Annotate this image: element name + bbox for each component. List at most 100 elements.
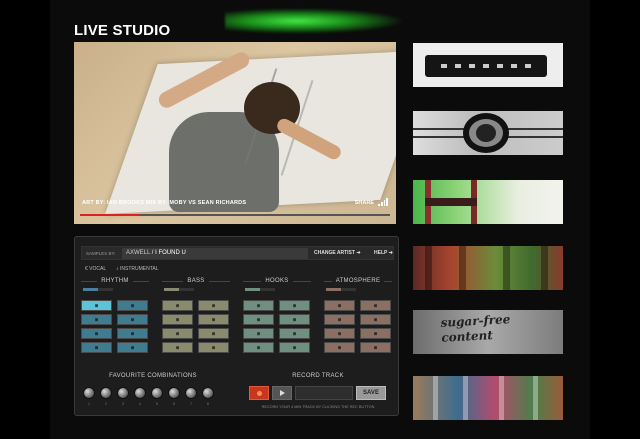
favourite-number: 1 bbox=[88, 402, 90, 406]
sample-pad[interactable]: ⊞ bbox=[324, 342, 355, 353]
favourite-number: 3 bbox=[122, 402, 124, 406]
sample-pad[interactable]: ⊞ bbox=[243, 300, 274, 311]
mixer-panel: SAMPLES BY: AXWELL / I FOUND U CHANGE AR… bbox=[74, 236, 399, 416]
sample-pad[interactable]: ⊞ bbox=[81, 328, 112, 339]
thumbnail-6-stripe bbox=[463, 376, 468, 420]
sample-pad[interactable]: ⊞ bbox=[324, 314, 355, 325]
thumbnail-1-art bbox=[425, 55, 547, 77]
sample-pad[interactable]: ⊞ bbox=[360, 314, 391, 325]
column-heading: BASS bbox=[162, 278, 230, 284]
favourite-knob[interactable] bbox=[100, 387, 112, 399]
samples-bar: SAMPLES BY: AXWELL / I FOUND U CHANGE AR… bbox=[81, 246, 394, 260]
column-label: HOOKS bbox=[261, 278, 293, 284]
thumbnail-2-center bbox=[476, 124, 496, 142]
video-progress-fill bbox=[80, 214, 139, 216]
samples-label: SAMPLES BY: bbox=[86, 251, 116, 256]
sample-pad[interactable]: ⊞ bbox=[243, 328, 274, 339]
vocal-label: VOCAL bbox=[89, 266, 107, 272]
sample-pads: ⊞ ⊞ ⊞ ⊞ ⊞ ⊞ ⊞ ⊞ bbox=[243, 300, 311, 353]
page: LIVE STUDIO ART BY: IAN BROOKS MIX BY: M… bbox=[50, 0, 590, 439]
play-button[interactable] bbox=[272, 386, 292, 400]
favourite-number: 4 bbox=[139, 402, 141, 406]
thumbnail-4-stripe bbox=[425, 246, 432, 290]
sample-pad[interactable]: ⊞ bbox=[279, 328, 310, 339]
record-button[interactable] bbox=[249, 386, 269, 400]
favourite-number: 8 bbox=[207, 402, 209, 406]
sample-pad[interactable]: ⊞ bbox=[360, 328, 391, 339]
column-label: RHYTHM bbox=[97, 278, 133, 284]
thumbnail-5[interactable]: sugar-free content bbox=[413, 310, 563, 354]
sample-pad[interactable]: ⊞ bbox=[279, 300, 310, 311]
thumbnail-6[interactable] bbox=[413, 376, 563, 420]
thumbnail-1[interactable] bbox=[413, 43, 563, 87]
sample-pad[interactable]: ⊞ bbox=[81, 342, 112, 353]
video-player[interactable]: ART BY: IAN BROOKS MIX BY: MOBY VS SEAN … bbox=[74, 42, 396, 224]
sample-pad[interactable]: ⊞ bbox=[81, 314, 112, 325]
sample-pad[interactable]: ⊞ bbox=[117, 314, 148, 325]
sample-pad[interactable]: ⊞ bbox=[360, 342, 391, 353]
record-icon bbox=[256, 390, 262, 396]
column-hooks: HOOKS ⊞ ⊞ ⊞ ⊞ ⊞ ⊞ ⊞ ⊞ bbox=[243, 278, 311, 353]
sample-pad[interactable]: ⊞ bbox=[279, 314, 310, 325]
save-button[interactable]: SAVE bbox=[356, 386, 386, 400]
sample-pad[interactable]: ⊞ bbox=[162, 300, 193, 311]
favourite-knob[interactable] bbox=[151, 387, 163, 399]
favourite-knob[interactable] bbox=[134, 387, 146, 399]
thumbnail-4-stripe bbox=[503, 246, 510, 290]
sample-pad[interactable]: ⊞ bbox=[198, 314, 229, 325]
sample-pad[interactable]: ⊞ bbox=[324, 328, 355, 339]
favourite-number: 7 bbox=[190, 402, 192, 406]
video-progress-bar[interactable] bbox=[80, 214, 390, 216]
column-rhythm: RHYTHM ⊞ ⊞ ⊞ ⊞ ⊞ ⊞ ⊞ ⊞ bbox=[81, 278, 149, 353]
level-meter-fill bbox=[164, 288, 179, 291]
help-button[interactable]: HELP ➜ bbox=[374, 250, 393, 256]
sample-pad[interactable]: ⊞ bbox=[360, 300, 391, 311]
thumbnail-6-stripe bbox=[433, 376, 438, 420]
sample-pad[interactable]: ⊞ bbox=[117, 328, 148, 339]
sample-pad[interactable]: ⊞ bbox=[117, 342, 148, 353]
sample-pad[interactable]: ⊞ bbox=[324, 300, 355, 311]
sample-pad[interactable]: ⊞ bbox=[198, 342, 229, 353]
column-label: BASS bbox=[183, 278, 209, 284]
column-bass: BASS ⊞ ⊞ ⊞ ⊞ ⊞ ⊞ ⊞ ⊞ bbox=[162, 278, 230, 353]
video-caption: ART BY: IAN BROOKS MIX BY: MOBY VS SEAN … bbox=[82, 200, 247, 206]
sample-pads: ⊞ ⊞ ⊞ ⊞ ⊞ ⊞ ⊞ ⊞ bbox=[324, 300, 392, 353]
sample-pad[interactable]: ⊞ bbox=[243, 342, 274, 353]
column-label: ATMOSPHERE bbox=[331, 278, 385, 284]
favourite-number: 5 bbox=[156, 402, 158, 406]
sample-pad[interactable]: ⊞ bbox=[243, 314, 274, 325]
sample-pad[interactable]: ⊞ bbox=[198, 300, 229, 311]
instrumental-label: INSTRUMENTAL bbox=[120, 266, 159, 272]
thumbnail-2[interactable] bbox=[413, 111, 563, 155]
vocal-toggle[interactable]: € VOCAL bbox=[85, 266, 106, 272]
record-timeline bbox=[295, 386, 353, 400]
change-artist-button[interactable]: CHANGE ARTIST ➜ bbox=[314, 250, 361, 256]
sample-pads: ⊞ ⊞ ⊞ ⊞ ⊞ ⊞ ⊞ ⊞ bbox=[162, 300, 230, 353]
sample-pad[interactable]: ⊞ bbox=[117, 300, 148, 311]
artist-track-field: AXWELL / I FOUND U bbox=[122, 248, 308, 259]
favourite-knob[interactable] bbox=[168, 387, 180, 399]
favourite-knob[interactable] bbox=[202, 387, 214, 399]
record-track-title: RECORD TRACK bbox=[292, 373, 344, 379]
favourite-knob[interactable] bbox=[83, 387, 95, 399]
sample-pad[interactable]: ⊞ bbox=[162, 328, 193, 339]
favourite-knob[interactable] bbox=[117, 387, 129, 399]
record-instructions: RECORD YOUR 4 MIN TRACK BY CLICKING THE … bbox=[261, 405, 375, 409]
sample-pad[interactable]: ⊞ bbox=[198, 328, 229, 339]
thumbnail-6-stripe bbox=[533, 376, 538, 420]
column-level-meter bbox=[83, 288, 113, 291]
sample-pad[interactable]: ⊞ bbox=[162, 314, 193, 325]
level-meter-fill bbox=[326, 288, 341, 291]
thumbnail-3[interactable] bbox=[413, 180, 563, 224]
favourite-knob[interactable] bbox=[185, 387, 197, 399]
volume-icon[interactable] bbox=[378, 198, 388, 206]
sample-pad[interactable]: ⊞ bbox=[162, 342, 193, 353]
sample-pads: ⊞ ⊞ ⊞ ⊞ ⊞ ⊞ ⊞ ⊞ bbox=[81, 300, 149, 353]
share-button[interactable]: SHARE bbox=[355, 200, 374, 206]
column-level-meter bbox=[326, 288, 356, 291]
sample-pad[interactable]: ⊞ bbox=[81, 300, 112, 311]
thumbnail-4[interactable] bbox=[413, 246, 563, 290]
favourite-number: 6 bbox=[173, 402, 175, 406]
instrumental-toggle[interactable]: ♪ INSTRUMENTAL bbox=[116, 266, 158, 272]
sample-pad[interactable]: ⊞ bbox=[279, 342, 310, 353]
